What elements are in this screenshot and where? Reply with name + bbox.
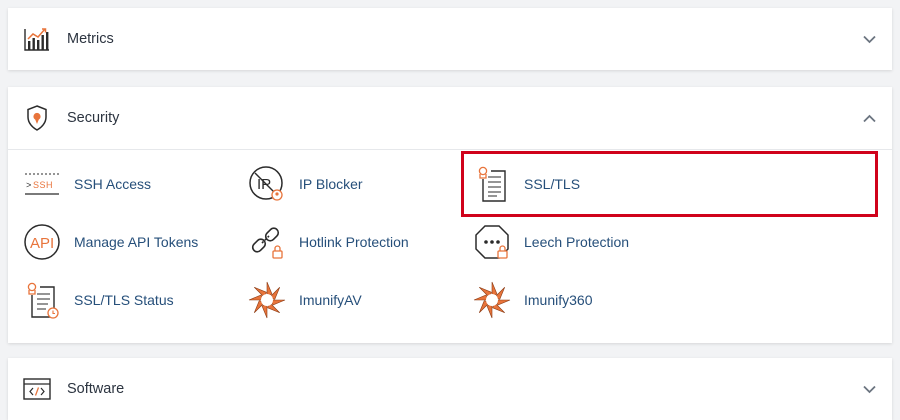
hotlink-chain-icon	[247, 222, 287, 262]
leech-octagon-icon	[472, 222, 512, 262]
metrics-title: Metrics	[67, 31, 114, 47]
metrics-panel: Metrics	[8, 8, 892, 70]
code-window-icon	[22, 374, 52, 404]
imunify-star-icon	[247, 280, 287, 320]
manage-api-tokens-item[interactable]: API Manage API Tokens	[22, 219, 198, 265]
item-label: Manage API Tokens	[74, 234, 199, 250]
imunify360-item[interactable]: Imunify360	[472, 277, 592, 323]
imunifyav-item[interactable]: ImunifyAV	[247, 277, 362, 323]
item-label: SSH Access	[74, 176, 152, 192]
item-label: IP Blocker	[299, 176, 363, 192]
chevron-down-icon[interactable]	[862, 382, 876, 396]
ssh-terminal-icon: > SSH	[22, 164, 62, 204]
ssl-tls-highlight-box	[461, 151, 878, 217]
ssh-access-item[interactable]: > SSH SSH Access	[22, 161, 151, 207]
hotlink-protection-item[interactable]: Hotlink Protection	[247, 219, 409, 265]
ip-blocker-icon: IP	[247, 164, 287, 204]
item-label: ImunifyAV	[299, 292, 362, 308]
api-icon: API	[22, 222, 62, 262]
security-title: Security	[67, 110, 120, 126]
svg-text:IP: IP	[257, 176, 271, 193]
software-panel-header[interactable]: Software	[8, 358, 892, 420]
svg-text:>: >	[26, 181, 31, 191]
shield-icon	[22, 103, 52, 133]
security-panel: Security > SSH SSH Access IP IP Blocker …	[8, 87, 892, 343]
security-items-grid: > SSH SSH Access IP IP Blocker SSL/TLS A…	[8, 150, 892, 340]
chevron-up-icon[interactable]	[862, 111, 876, 125]
item-label: Hotlink Protection	[299, 234, 409, 250]
svg-text:API: API	[30, 235, 54, 252]
svg-text:SSH: SSH	[33, 180, 53, 190]
certificate-status-icon	[22, 280, 62, 320]
chevron-down-icon[interactable]	[862, 32, 876, 46]
software-panel: Software	[8, 358, 892, 420]
ip-blocker-item[interactable]: IP IP Blocker	[247, 161, 363, 207]
item-label: SSL/TLS Status	[74, 292, 174, 308]
security-panel-header[interactable]: Security	[8, 87, 892, 149]
software-title: Software	[67, 381, 125, 397]
item-label: Imunify360	[524, 292, 593, 308]
bar-chart-icon	[22, 24, 52, 54]
imunify360-star-icon	[472, 280, 512, 320]
metrics-panel-header[interactable]: Metrics	[8, 8, 892, 70]
item-label: Leech Protection	[524, 234, 630, 250]
ssl-tls-status-item[interactable]: SSL/TLS Status	[22, 277, 174, 323]
leech-protection-item[interactable]: Leech Protection	[472, 219, 629, 265]
